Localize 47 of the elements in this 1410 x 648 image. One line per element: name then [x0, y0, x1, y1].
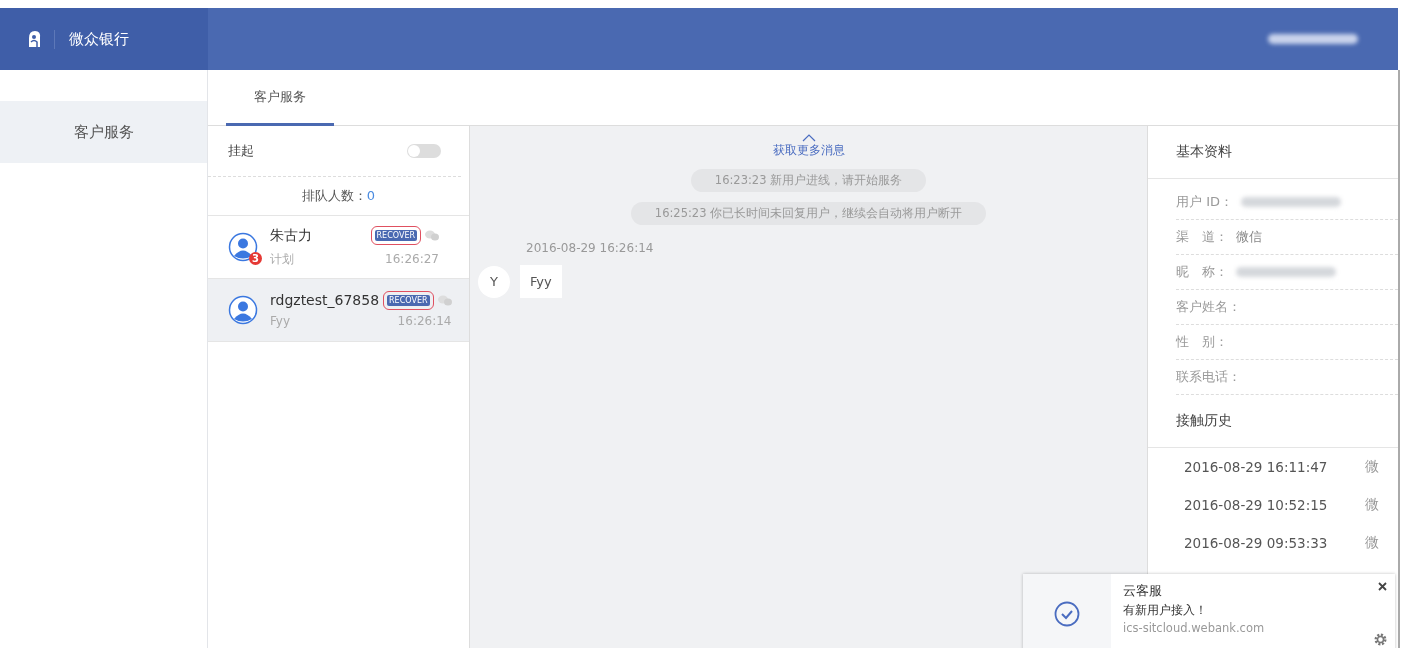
check-circle-icon [1054, 601, 1080, 627]
session-preview: 计划 [270, 250, 294, 268]
message-timestamp: 2016-08-29 16:26:14 [525, 241, 655, 255]
chevron-up-icon [801, 134, 816, 142]
suspend-label: 挂起 [228, 142, 254, 160]
field-label: 渠 道： [1176, 228, 1228, 246]
history-channel: 微 [1365, 458, 1380, 476]
notification-message: 有新用户接入！ [1123, 603, 1208, 618]
system-message: 16:23:23 新用户进线，请开始服务 [690, 169, 927, 192]
field-label: 性 别： [1176, 333, 1228, 351]
logo-icon [26, 30, 42, 48]
chat-bubbles-icon [437, 294, 452, 306]
sender-avatar: Y [478, 265, 510, 298]
chat-bubbles-icon [425, 230, 439, 241]
session-time: 16:26:27 [385, 252, 439, 266]
settings-icon[interactable] [1374, 633, 1387, 646]
history-time: 2016-08-29 16:11:47 [1184, 459, 1328, 475]
section-title: 基本资料 [1148, 126, 1398, 179]
queue-count: 排队人数：0 [301, 187, 376, 205]
field-label: 联系电话： [1176, 368, 1241, 386]
notification-title: 云客服 [1123, 582, 1162, 600]
section-title: 接触历史 [1148, 395, 1398, 448]
notification-source: ics-sitcloud.webank.com [1123, 621, 1266, 635]
user-avatar-icon [228, 295, 258, 325]
history-time: 2016-08-29 10:52:15 [1184, 497, 1328, 513]
unread-badge: 3 [249, 252, 262, 265]
history-channel: 微 [1365, 496, 1380, 514]
field-label: 昵 称： [1176, 263, 1228, 281]
message-bubble: Fyy [520, 265, 562, 298]
field-label: 用户 ID： [1176, 193, 1233, 211]
session-time: 16:26:14 [397, 314, 452, 328]
suspend-toggle[interactable] [407, 144, 441, 158]
history-time: 2016-08-29 09:53:33 [1184, 535, 1328, 551]
close-icon[interactable] [1378, 582, 1387, 591]
session-name: 朱古力 [270, 226, 312, 245]
session-name: rdgztest_67858 [270, 292, 380, 308]
system-message: 16:25:23 你已长时间未回复用户，继续会自动将用户断开 [630, 202, 987, 225]
tab[interactable]: 客户服务 [226, 70, 334, 126]
field-value: 微信 [1236, 228, 1262, 246]
session-preview: Fyy [270, 314, 290, 328]
user-avatar-icon [228, 232, 258, 262]
sidebar-item[interactable]: 客户服务 [0, 101, 207, 163]
field-label: 客户姓名： [1176, 298, 1241, 316]
load-more-link[interactable]: 获取更多消息 [772, 134, 845, 159]
session-item[interactable]: rdgztest_67858 RECOVER Fyy 16:26:14 [208, 279, 469, 342]
history-channel: 微 [1365, 534, 1380, 552]
brand-name: 微众银行 [54, 29, 129, 49]
